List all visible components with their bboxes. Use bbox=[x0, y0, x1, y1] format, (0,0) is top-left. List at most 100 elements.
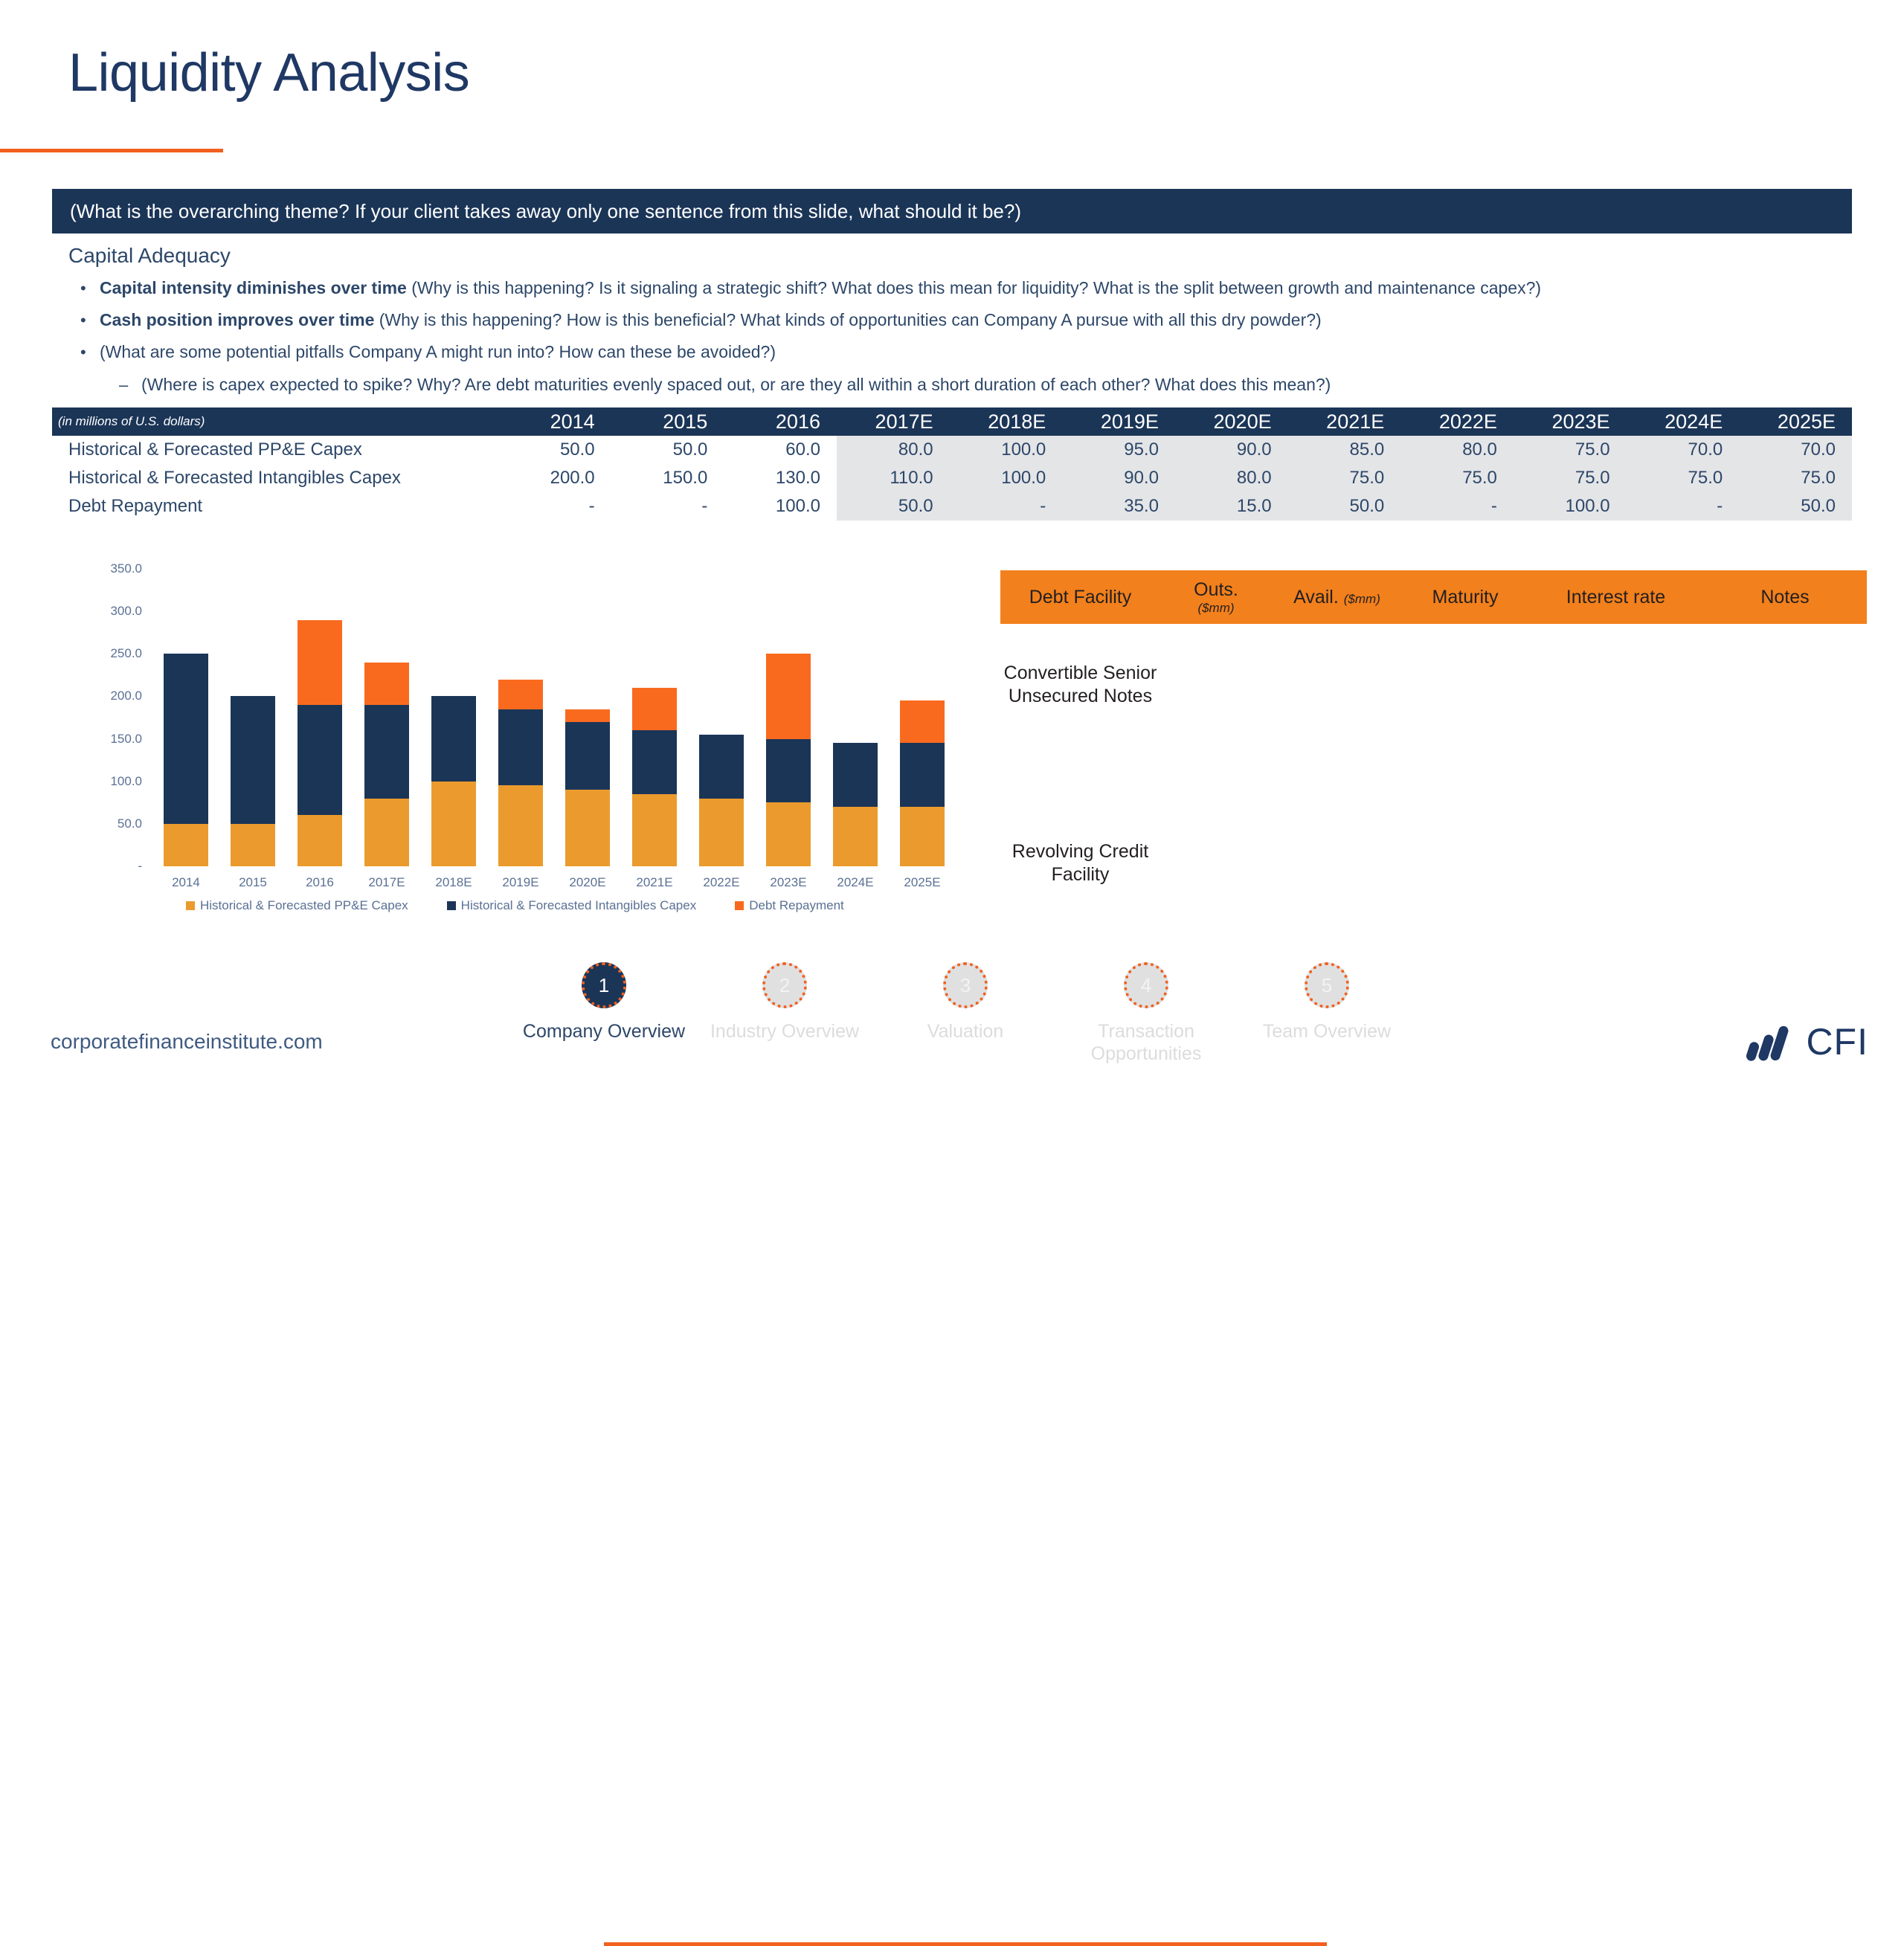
stepper-label-3[interactable]: Valuation bbox=[869, 1020, 1062, 1043]
bar-segment bbox=[833, 743, 878, 807]
x-axis-tick-label: 2015 bbox=[239, 875, 267, 889]
debt-table-column-label: Maturity bbox=[1432, 586, 1499, 608]
table-cell: 110.0 bbox=[836, 464, 950, 492]
x-axis-tick-label: 2022E bbox=[703, 875, 740, 889]
cfi-logo-mark bbox=[1746, 1025, 1789, 1061]
bar-group: 2020E bbox=[565, 709, 610, 889]
table-column-header: 2017E bbox=[836, 407, 950, 436]
table-row-label: Debt Repayment bbox=[52, 492, 498, 521]
debt-table-column-units: ($mm) bbox=[1197, 600, 1235, 615]
bar-segment bbox=[498, 709, 543, 786]
bar-group: 2015 bbox=[231, 696, 275, 889]
y-axis-tick-label: 50.0 bbox=[117, 816, 142, 831]
x-axis-tick-label: 2014 bbox=[172, 875, 200, 889]
bar-segment bbox=[231, 823, 275, 866]
bullet-text: (Where is capex expected to spike? Why? … bbox=[141, 375, 1331, 396]
bar-group: 2021E bbox=[632, 688, 677, 889]
debt-table-column-label: Notes bbox=[1760, 586, 1810, 608]
stepper-label-5[interactable]: Team Overview bbox=[1230, 1020, 1424, 1043]
stepper-connector-line bbox=[604, 1942, 1327, 1946]
table-column-header: 2016 bbox=[724, 407, 837, 436]
stepper-node-5[interactable]: 5 bbox=[1305, 962, 1349, 1008]
bar-segment bbox=[565, 790, 610, 866]
table-cell: 80.0 bbox=[1174, 464, 1288, 492]
table-cell: 15.0 bbox=[1174, 492, 1288, 521]
stepper-label-2[interactable]: Industry Overview bbox=[688, 1020, 881, 1043]
bar-segment bbox=[900, 700, 945, 744]
debt-table-column-label: Debt Facility bbox=[1029, 586, 1132, 608]
table-cell: 50.0 bbox=[836, 492, 950, 521]
x-axis-tick-label: 2018E bbox=[435, 875, 472, 889]
bar-group: 2018E bbox=[431, 696, 476, 889]
title-underline-rule bbox=[0, 149, 223, 152]
table-cell: 100.0 bbox=[949, 464, 1063, 492]
table-cell: 100.0 bbox=[949, 436, 1063, 464]
bar-group: 2016 bbox=[298, 619, 342, 889]
stepper-node-1[interactable]: 1 bbox=[582, 962, 626, 1008]
debt-table-column-label: Outs. bbox=[1194, 579, 1238, 600]
bar-segment bbox=[565, 721, 610, 790]
table-cell: 100.0 bbox=[724, 492, 837, 521]
bullet-item: • Cash position improves over time (Why i… bbox=[80, 310, 1322, 331]
table-row: Debt Repayment - -100.0 50.0-35.0 15.0 50.0-1… bbox=[52, 492, 1852, 521]
bar-segment bbox=[298, 815, 342, 866]
bar-segment bbox=[431, 696, 476, 782]
stepper-label-4[interactable]: Transaction Opportunities bbox=[1049, 1020, 1243, 1065]
bullet-item: • (What are some potential pitfalls Compa… bbox=[80, 342, 776, 363]
table-cell: 75.0 bbox=[1400, 464, 1514, 492]
bar-segment bbox=[231, 696, 275, 824]
bar-group: 2024E bbox=[833, 743, 878, 889]
legend-swatch-icon bbox=[735, 901, 744, 910]
table-cell: 70.0 bbox=[1626, 436, 1740, 464]
table-cell: - bbox=[949, 492, 1063, 521]
x-axis-tick-label: 2017E bbox=[368, 875, 405, 889]
x-axis-tick-label: 2020E bbox=[569, 875, 606, 889]
y-axis-tick-label: 300.0 bbox=[110, 604, 142, 619]
financial-table: (in millions of U.S. dollars) 2014 2015 20… bbox=[52, 407, 1852, 521]
table-column-header: 2014 bbox=[498, 407, 611, 436]
table-column-header: 2023E bbox=[1513, 407, 1627, 436]
bar-group: 2022E bbox=[699, 734, 744, 889]
bar-segment bbox=[632, 730, 677, 794]
footer-website-url: corporatefinanceinstitute.com bbox=[51, 1030, 323, 1053]
bullet-text-rest: (Where is capex expected to spike? Why? … bbox=[141, 375, 1331, 394]
bar-segment bbox=[364, 704, 409, 799]
capex-debt-stacked-bar-chart: - 50.0 100.0 150.0 200.0 250.0 300.0 350.0 2014 2… bbox=[52, 554, 967, 933]
bullet-text-emphasis: Cash position improves over time bbox=[100, 310, 379, 329]
x-axis-tick-label: 2016 bbox=[306, 875, 334, 889]
x-axis-tick-label: 2019E bbox=[502, 875, 539, 889]
bar-segment bbox=[498, 785, 543, 866]
y-axis-tick-label: 100.0 bbox=[110, 773, 142, 788]
table-cell: 75.0 bbox=[1513, 464, 1627, 492]
debt-table-column-header: Interest rate bbox=[1528, 587, 1703, 608]
page-title: Liquidity Analysis bbox=[68, 43, 470, 103]
chart-plot-area: - 50.0 100.0 150.0 200.0 250.0 300.0 350.0 2014 2… bbox=[110, 561, 956, 889]
table-cell: 90.0 bbox=[1174, 436, 1288, 464]
section-heading: Capital Adequacy bbox=[68, 244, 231, 267]
stepper-node-4[interactable]: 4 bbox=[1124, 962, 1168, 1008]
debt-facility-table-header: Debt Facility Outs. ($mm) Avail. ($mm) Matur… bbox=[1000, 570, 1867, 624]
stepper-label-1[interactable]: Company Overview bbox=[507, 1020, 701, 1043]
stepper-node-3[interactable]: 3 bbox=[943, 962, 988, 1008]
bar-segment bbox=[833, 807, 878, 866]
x-axis-tick-label: 2023E bbox=[770, 875, 807, 889]
bullet-text-rest: (Why is this happening? How is this bene… bbox=[379, 310, 1322, 329]
table-column-header: 2019E bbox=[1062, 407, 1175, 436]
debt-table-column-label: Interest rate bbox=[1566, 586, 1666, 608]
bar-segment bbox=[164, 654, 208, 824]
table-column-header: 2022E bbox=[1400, 407, 1514, 436]
bar-segment bbox=[364, 798, 409, 866]
table-row-label: Historical & Forecasted PP&E Capex bbox=[52, 436, 498, 464]
bar-segment bbox=[766, 802, 811, 866]
table-cell: 95.0 bbox=[1062, 436, 1175, 464]
stepper-node-2[interactable]: 2 bbox=[762, 962, 807, 1008]
bullet-marker-icon: • bbox=[80, 343, 86, 361]
bullet-text-rest: (What are some potential pitfalls Compan… bbox=[100, 342, 776, 361]
table-cell: 75.0 bbox=[1626, 464, 1740, 492]
debt-facility-row-label: Revolving Credit Facility bbox=[1012, 841, 1149, 885]
table-cell: 100.0 bbox=[1513, 492, 1627, 521]
debt-table-column-units: ($mm) bbox=[1343, 591, 1380, 606]
table-column-header: 2018E bbox=[949, 407, 1063, 436]
table-cell: 150.0 bbox=[611, 464, 724, 492]
table-cell: - bbox=[611, 492, 724, 521]
